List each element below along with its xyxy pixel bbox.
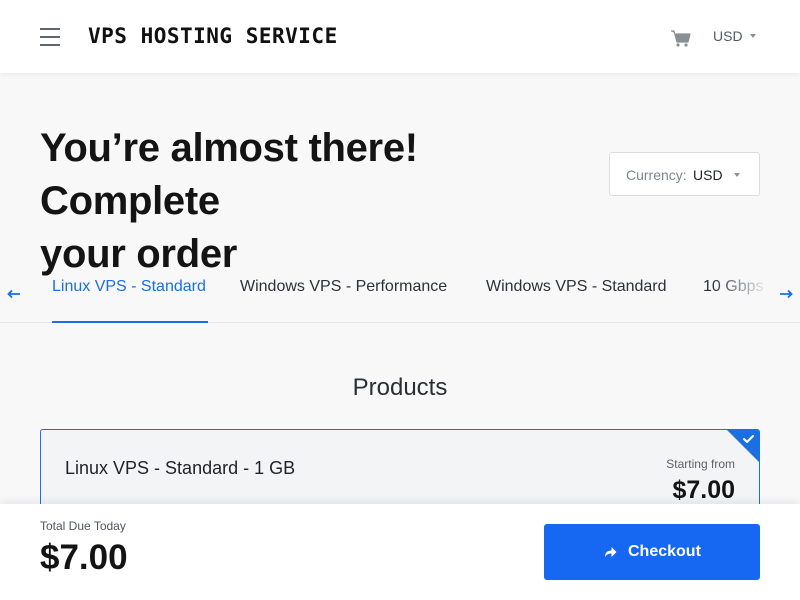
header-currency-value: USD xyxy=(713,28,743,44)
arrow-left-icon[interactable] xyxy=(7,289,21,299)
checkout-label: Checkout xyxy=(628,543,701,560)
cart-icon[interactable] xyxy=(669,27,691,47)
chevron-down-icon xyxy=(750,34,756,38)
tab-windows-vps-performance[interactable]: Windows VPS - Performance xyxy=(240,278,447,296)
hamburger-icon[interactable] xyxy=(40,28,60,46)
tab-linux-vps-standard[interactable]: Linux VPS - Standard xyxy=(52,278,206,296)
tab-windows-vps-standard[interactable]: Windows VPS - Standard xyxy=(486,278,667,296)
page-title: You’re almost there! Complete your order xyxy=(40,122,600,281)
tabs-viewport: Linux VPS - Standard Windows VPS - Perfo… xyxy=(40,262,770,323)
order-summary-bar: Total Due Today $7.00 Checkout xyxy=(0,504,800,600)
top-header: VPS HOSTING SERVICE USD xyxy=(0,0,800,73)
page-title-line-1: You’re almost there! Complete xyxy=(40,126,418,223)
total-due-amount: $7.00 xyxy=(40,538,128,577)
category-tabs: Linux VPS - Standard Windows VPS - Perfo… xyxy=(0,262,800,323)
header-currency-dropdown[interactable]: USD xyxy=(713,28,756,44)
brand-logo[interactable]: VPS HOSTING SERVICE xyxy=(88,24,338,48)
arrow-right-icon[interactable] xyxy=(779,289,793,299)
chevron-down-icon xyxy=(734,173,740,177)
price-prefix: Starting from xyxy=(666,457,735,471)
checkout-button[interactable]: Checkout xyxy=(544,524,760,580)
selected-check-icon xyxy=(727,430,759,462)
active-tab-indicator xyxy=(52,321,208,323)
currency-select-label: Currency: xyxy=(626,167,687,183)
product-name: Linux VPS - Standard - 1 GB xyxy=(65,458,296,478)
products-heading: Products xyxy=(352,374,448,401)
product-price: $7.00 xyxy=(672,476,735,504)
tab-10-gbps[interactable]: 10 Gbps S xyxy=(703,278,770,296)
currency-select-value: USD xyxy=(693,167,723,183)
currency-select[interactable]: Currency: USD xyxy=(609,152,760,196)
arrow-forward-icon xyxy=(605,547,617,557)
total-due-label: Total Due Today xyxy=(40,519,126,533)
